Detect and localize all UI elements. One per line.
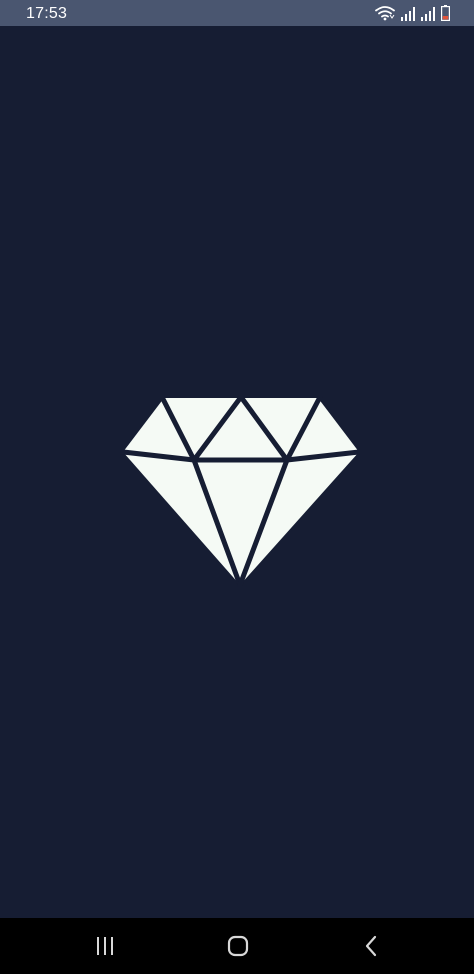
recent-apps-icon: [97, 937, 113, 955]
back-icon: [365, 935, 377, 957]
home-icon: [227, 935, 249, 957]
back-button[interactable]: [351, 934, 391, 958]
signal-icon: [421, 7, 435, 21]
recent-apps-button[interactable]: [85, 934, 125, 958]
status-icons: [375, 5, 450, 21]
battery-low-icon: [441, 5, 450, 21]
navigation-bar: [0, 918, 474, 974]
home-button[interactable]: [218, 934, 258, 958]
status-time: 17:53: [26, 5, 68, 22]
signal-icon: [401, 7, 415, 21]
status-bar: 17:53: [0, 0, 474, 26]
app-screen: 17:53: [0, 0, 474, 974]
diamond-icon: [122, 395, 360, 587]
splash-screen: [0, 26, 474, 918]
wifi-icon: [375, 6, 395, 21]
